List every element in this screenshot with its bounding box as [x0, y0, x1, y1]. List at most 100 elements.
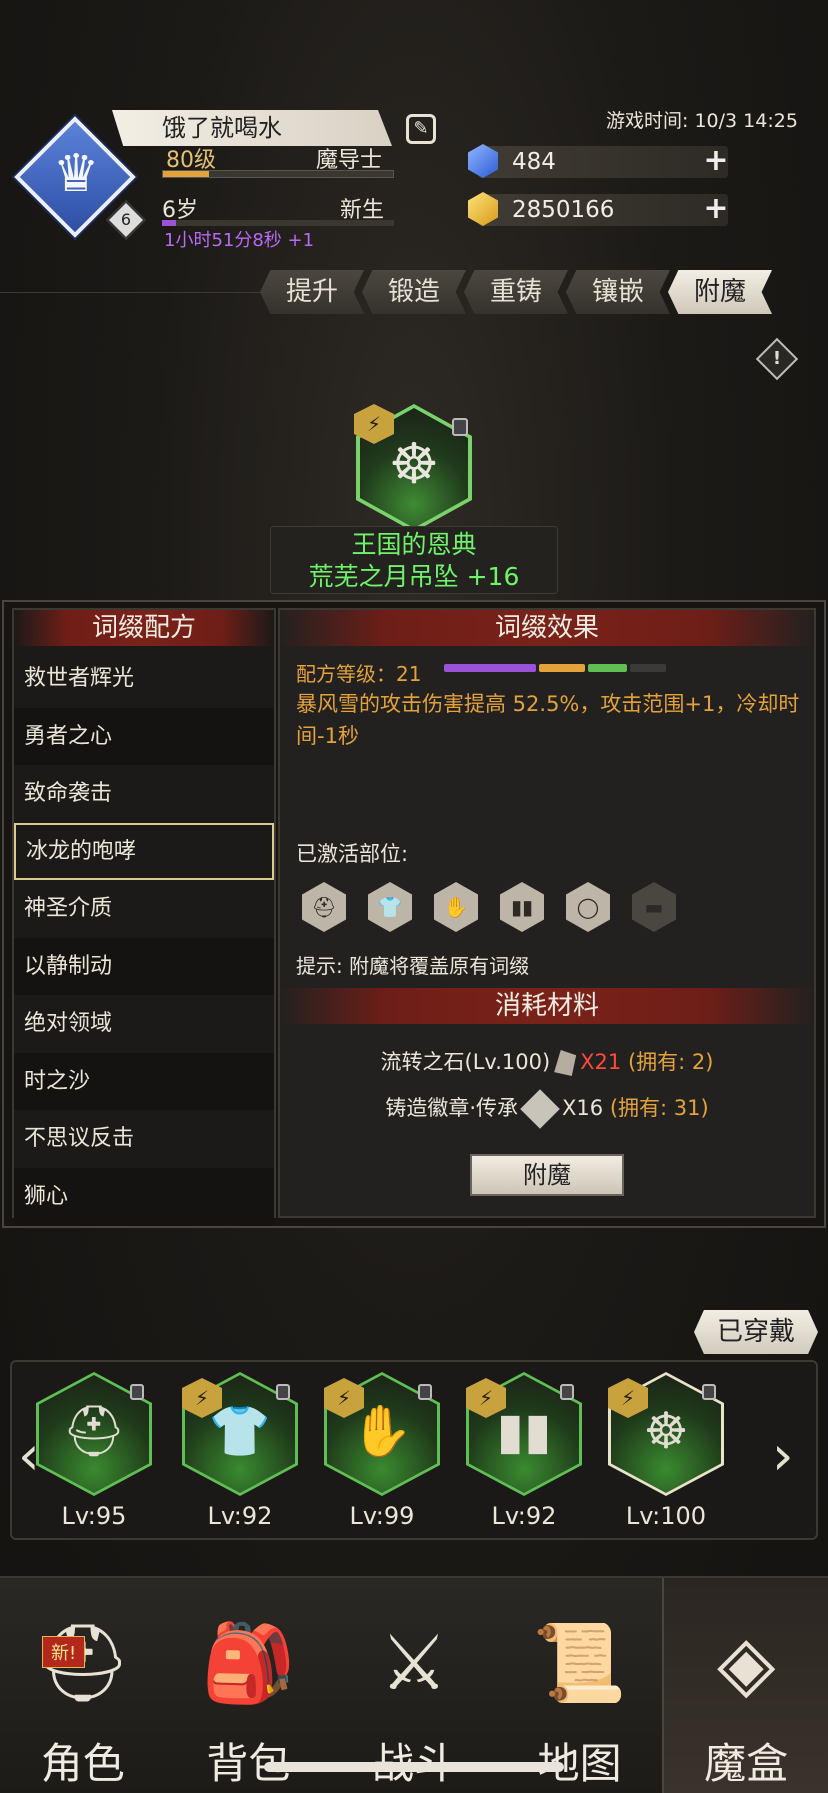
glove-icon: ✋	[434, 882, 478, 932]
active-slots-label: 已激活部位:	[296, 842, 409, 866]
material-qty: X21	[580, 1050, 622, 1074]
mage-portrait-icon: ♛	[52, 144, 100, 204]
gem-counter: 484 +	[468, 144, 730, 178]
lock-icon[interactable]	[702, 1384, 716, 1400]
xp-bar	[162, 170, 394, 178]
materials-title: 消耗材料	[280, 988, 814, 1024]
equipped-tag[interactable]: 已穿戴	[694, 1310, 818, 1354]
scroll-left-arrow-icon[interactable]: ‹	[18, 1424, 40, 1487]
forge-badge-icon	[520, 1089, 560, 1129]
equipped-strip: ⛑ Lv:95 👕 ⚡ Lv:92 ✋ ⚡ Lv:99 ▮▮ ⚡ Lv:92 ☸…	[10, 1360, 818, 1540]
nav-label: 背包	[206, 1739, 291, 1788]
edit-name-icon[interactable]: ✎	[406, 114, 436, 144]
belt-icon: ▬	[632, 882, 676, 932]
lock-icon[interactable]	[130, 1384, 144, 1400]
equipped-level: Lv:95	[61, 1502, 127, 1530]
lock-icon[interactable]	[560, 1384, 574, 1400]
helmet-icon: ⛑	[62, 1402, 126, 1460]
helmet-icon: ⛑	[302, 882, 346, 932]
home-indicator	[264, 1762, 564, 1772]
nav-character[interactable]: ⛑ 新! 角色	[0, 1578, 166, 1793]
equipped-level: Lv:92	[491, 1502, 557, 1530]
boots-icon: ▮▮	[500, 882, 544, 932]
nav-label: 魔盒	[704, 1739, 789, 1788]
gold-counter: 2850166 +	[468, 192, 730, 226]
material-name: 铸造徽章·传承	[385, 1096, 519, 1120]
tab-recast[interactable]: 重铸	[464, 270, 568, 314]
equipped-item[interactable]: ⛑ Lv:95	[36, 1372, 152, 1532]
nav-battle[interactable]: ⚔ 战斗	[331, 1578, 497, 1793]
recipe-item[interactable]: 以静制动	[14, 937, 274, 995]
item-name-box: 王国的恩典 荒芜之月吊坠 +16	[270, 526, 558, 594]
active-slots: ⛑ 👕 ✋ ▮▮ ◯ ▬	[302, 882, 676, 932]
recipe-list-title: 词缀配方	[14, 610, 274, 646]
material-qty: X16	[562, 1096, 604, 1120]
recipe-item[interactable]: 致命袭击	[14, 765, 274, 823]
avatar-level-badge: 6	[106, 200, 146, 240]
nav-label: 战斗	[331, 1730, 497, 1791]
material-owned: (拥有: 31)	[609, 1096, 709, 1120]
lock-icon[interactable]	[276, 1384, 290, 1400]
blue-gem-icon	[468, 144, 498, 178]
enchant-hint: 提示: 附魔将覆盖原有词缀	[296, 954, 530, 978]
nav-bag[interactable]: 🎒 背包	[166, 1578, 332, 1793]
nav-map[interactable]: 📜 地图	[497, 1578, 663, 1793]
gold-value: 2850166	[512, 197, 615, 223]
recipe-item[interactable]: 救世者辉光	[14, 650, 274, 708]
material-row-stone: 流转之石(Lv.100) X21 (拥有: 2)	[280, 1046, 814, 1076]
new-badge: 新!	[42, 1636, 86, 1668]
recipe-item[interactable]: 神圣介质	[14, 880, 274, 938]
recipe-item[interactable]: 狮心	[14, 1167, 274, 1225]
forge-tabs: 提升 锻造 重铸 镶嵌 附魔	[260, 270, 772, 314]
equipped-level: Lv:100	[625, 1502, 707, 1530]
recipe-item[interactable]: 绝对领域	[14, 995, 274, 1053]
info-icon[interactable]: !	[755, 337, 799, 381]
armor-icon: 👕	[368, 882, 412, 932]
affix-effect-title: 词缀效果	[280, 610, 814, 646]
recipe-item-selected[interactable]: 冰龙的咆哮	[14, 822, 274, 880]
stone-icon	[554, 1050, 577, 1076]
material-name: 流转之石(Lv.100)	[380, 1050, 551, 1074]
tab-inlay[interactable]: 镶嵌	[566, 270, 670, 314]
bottom-nav: ⛑ 新! 角色 🎒 背包 ⚔ 战斗 📜 地图 ◈ 魔盒	[0, 1576, 828, 1793]
scroll-right-arrow-icon[interactable]: ›	[772, 1424, 794, 1487]
equipped-item[interactable]: ✋ ⚡ Lv:99	[324, 1372, 440, 1532]
equipped-level: Lv:92	[207, 1502, 273, 1530]
tab-forge[interactable]: 锻造	[362, 270, 466, 314]
recipe-level: 配方等级：21	[296, 662, 422, 686]
sword-shield-icon: ⚔	[379, 1618, 449, 1707]
game-time: 游戏时间: 10/3 14:25	[606, 110, 798, 132]
nav-magic-box[interactable]: ◈ 魔盒	[662, 1578, 828, 1793]
equipped-item[interactable]: 👕 ⚡ Lv:92	[182, 1372, 298, 1532]
gem-value: 484	[512, 149, 556, 175]
add-gems-button[interactable]: +	[702, 146, 730, 176]
equipped-item[interactable]: ▮▮ ⚡ Lv:92	[466, 1372, 582, 1532]
equipped-level: Lv:99	[349, 1502, 415, 1530]
player-avatar[interactable]: ♛ 6	[14, 116, 146, 240]
level-bar-segment	[588, 664, 627, 672]
equipped-item-selected[interactable]: ☸ ⚡ Lv:100	[608, 1372, 724, 1532]
item-set-name: 王国的恩典	[351, 530, 477, 559]
lock-icon[interactable]	[418, 1384, 432, 1400]
age-timer: 1小时51分8秒 +1	[164, 230, 315, 251]
affix-effect-panel: 词缀效果 配方等级：21 暴风雪的攻击伤害提高 52.5%，攻击范围+1，冷却时…	[278, 608, 816, 1218]
player-name: 饿了就喝水	[112, 110, 392, 146]
recipe-list: 救世者辉光 勇者之心 致命袭击 冰龙的咆哮 神圣介质 以静制动 绝对领域 时之沙…	[14, 650, 274, 1225]
recipe-item[interactable]: 勇者之心	[14, 707, 274, 765]
enchant-button[interactable]: 附魔	[470, 1154, 624, 1196]
tab-enchant[interactable]: 附魔	[668, 270, 772, 314]
tab-upgrade[interactable]: 提升	[260, 270, 364, 314]
material-row-badge: 铸造徽章·传承 X16 (拥有: 31)	[280, 1089, 814, 1129]
backpack-icon: 🎒	[201, 1618, 296, 1707]
recipe-list-panel: 词缀配方 救世者辉光 勇者之心 致命袭击 冰龙的咆哮 神圣介质 以静制动 绝对领…	[12, 608, 276, 1225]
affix-description: 暴风雪的攻击伤害提高 52.5%，攻击范围+1，冷却时间-1秒	[296, 692, 800, 748]
nav-label: 地图	[537, 1739, 622, 1788]
level-bar-segment	[539, 664, 586, 672]
recipe-item[interactable]: 时之沙	[14, 1052, 274, 1110]
add-gold-button[interactable]: +	[702, 194, 730, 224]
lock-icon[interactable]	[452, 418, 468, 436]
gold-gem-icon	[468, 192, 498, 226]
level-bar-segment	[444, 664, 537, 672]
recipe-item[interactable]: 不思议反击	[14, 1110, 274, 1168]
ring-icon: ◯	[566, 882, 610, 932]
